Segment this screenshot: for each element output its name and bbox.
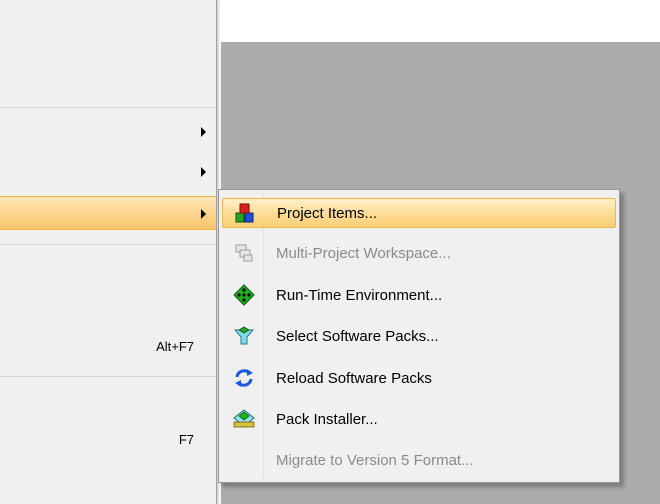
menu-item-select-software-packs[interactable]: Select Software Packs... xyxy=(222,321,616,351)
menu-item-run-time-environment[interactable]: Run-Time Environment... xyxy=(222,280,616,310)
pack-installer-icon xyxy=(222,404,266,434)
multi-project-workspace-icon xyxy=(222,238,266,268)
reload-icon xyxy=(222,363,266,393)
menu-item-label: Select Software Packs... xyxy=(276,327,439,345)
menu-item-label: Pack Installer... xyxy=(276,410,378,428)
parent-menu-item-manage[interactable] xyxy=(0,196,216,230)
menu-item-pack-installer[interactable]: Pack Installer... xyxy=(222,404,616,434)
menu-item-multi-project-workspace[interactable]: Multi-Project Workspace... xyxy=(222,238,616,268)
menu-item-label: Project Items... xyxy=(277,204,378,222)
menu-item-label: Reload Software Packs xyxy=(276,369,432,387)
submenu-arrow-icon[interactable] xyxy=(201,127,206,137)
manage-submenu: Project Items... Multi-Project Workspace… xyxy=(218,189,620,483)
menu-item-project-items[interactable]: Project Items... xyxy=(222,198,616,228)
select-software-packs-icon xyxy=(222,321,266,351)
menu-item-label: Run-Time Environment... xyxy=(276,286,443,304)
run-time-environment-icon xyxy=(222,280,266,310)
menu-separator xyxy=(0,107,216,108)
submenu-arrow-icon xyxy=(201,209,206,219)
menu-item-migrate-to-version-5[interactable]: Migrate to Version 5 Format... xyxy=(222,445,616,475)
menu-separator xyxy=(0,244,216,245)
menu-item-reload-software-packs[interactable]: Reload Software Packs xyxy=(222,363,616,393)
shortcut-label: F7 xyxy=(178,432,194,447)
parent-menu: Alt+F7 F7 xyxy=(0,0,217,504)
shortcut-label: Alt+F7 xyxy=(156,339,194,354)
menu-item-label: Migrate to Version 5 Format... xyxy=(276,451,474,469)
submenu-arrow-icon[interactable] xyxy=(201,167,206,177)
project-items-icon xyxy=(223,198,267,228)
menu-separator xyxy=(0,376,216,377)
menu-item-label: Multi-Project Workspace... xyxy=(276,244,451,262)
